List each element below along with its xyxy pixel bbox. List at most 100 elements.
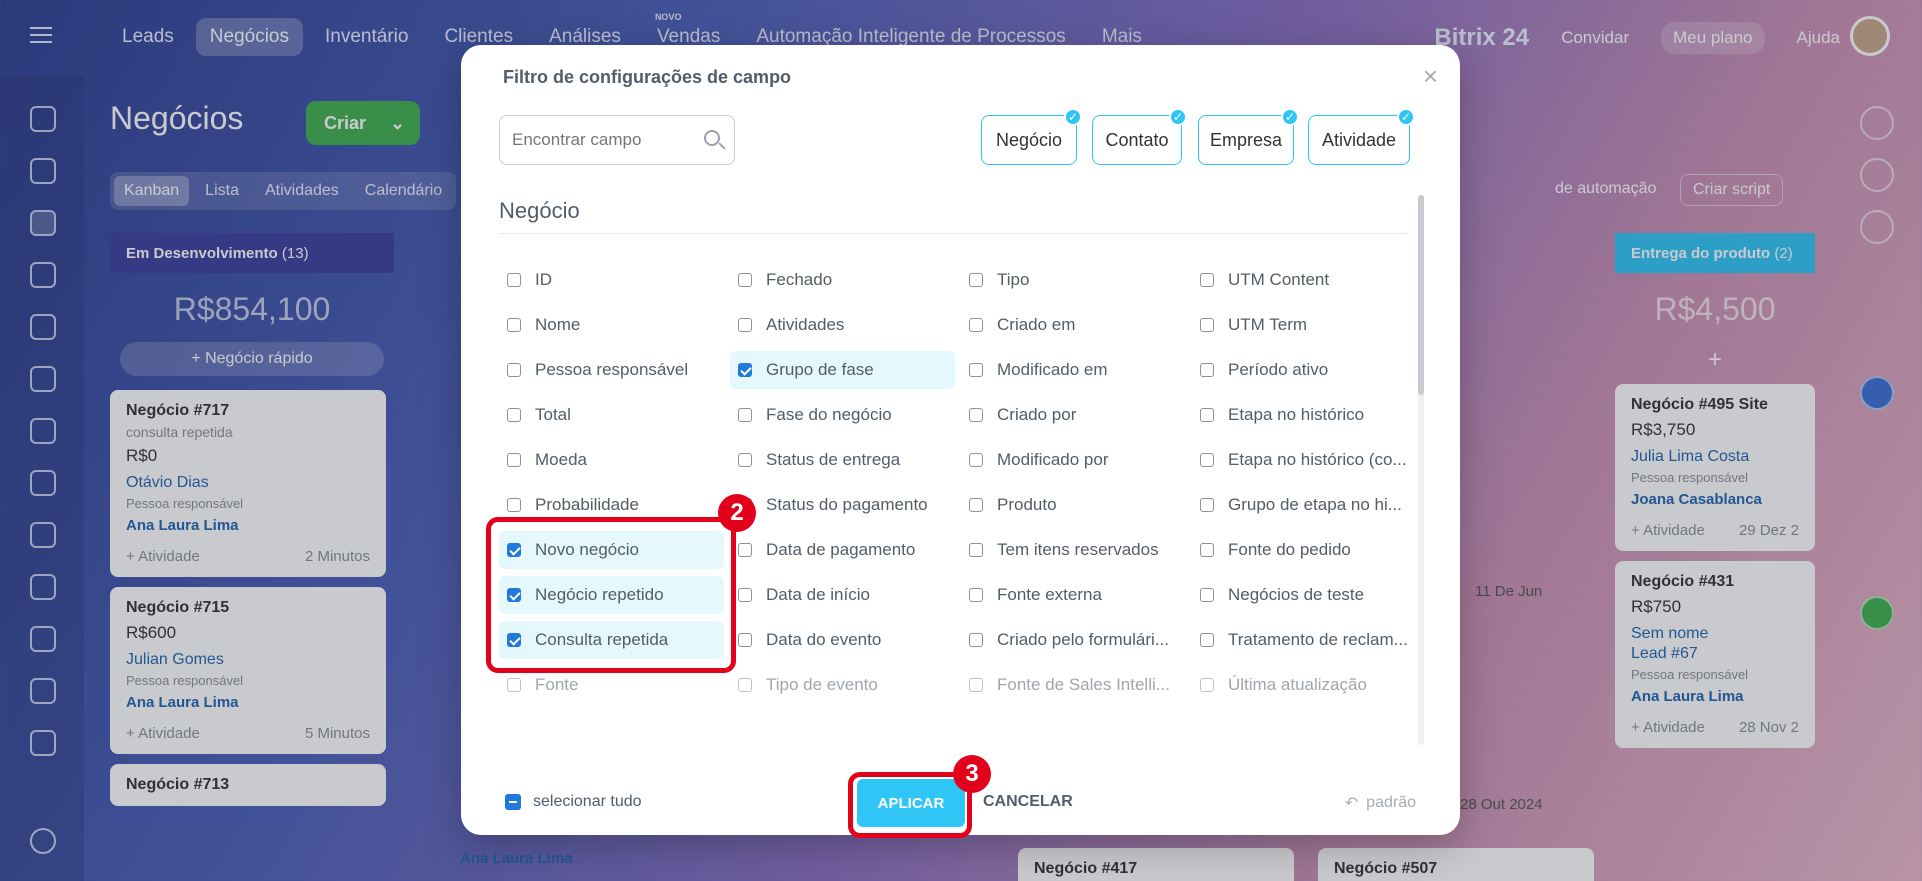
field-label: Etapa no histórico (co... [1228, 450, 1407, 469]
entity-toggle-atividade[interactable]: Atividade ✓ [1308, 108, 1415, 165]
field-label: Grupo de fase [766, 360, 874, 379]
checkbox[interactable] [738, 318, 752, 332]
field-option[interactable]: Etapa no histórico (co... [1192, 441, 1417, 479]
scrollbar-thumb[interactable] [1418, 195, 1424, 395]
field-option[interactable]: UTM Term [1192, 306, 1417, 344]
entity-label: Atividade [1321, 129, 1397, 150]
cancel-button[interactable]: CANCELAR [983, 793, 1073, 811]
field-option[interactable]: Tipo de evento [730, 666, 955, 704]
field-grid: ID Nome Pessoa responsável Total Moeda Probab… [499, 261, 1429, 756]
checkbox[interactable] [1200, 588, 1214, 602]
search-field[interactable] [499, 115, 735, 165]
entity-toggle-empresa[interactable]: Empresa ✓ [1198, 108, 1299, 165]
search-input[interactable] [512, 130, 692, 150]
field-option[interactable]: Atividades [730, 306, 955, 344]
field-option[interactable]: Tem itens reservados [961, 531, 1186, 569]
field-option[interactable]: Fechado [730, 261, 955, 299]
scrollbar[interactable] [1418, 195, 1424, 745]
checkbox[interactable] [969, 273, 983, 287]
checkbox[interactable] [969, 498, 983, 512]
field-label: Atividades [766, 315, 845, 334]
checkbox[interactable] [1200, 678, 1214, 692]
field-option[interactable]: Fase do negócio [730, 396, 955, 434]
checkbox[interactable] [1200, 318, 1214, 332]
field-option[interactable]: Criado em [961, 306, 1186, 344]
checkbox[interactable] [969, 408, 983, 422]
checkbox[interactable] [738, 273, 752, 287]
checkbox[interactable] [507, 273, 521, 287]
checkbox[interactable] [507, 678, 521, 692]
field-label: Nome [535, 315, 581, 334]
field-label: Total [535, 405, 571, 424]
checkbox[interactable] [1200, 408, 1214, 422]
field-option[interactable]: Tipo [961, 261, 1186, 299]
field-label: Criado por [997, 405, 1077, 424]
checkbox[interactable] [507, 363, 521, 377]
checkbox[interactable] [738, 588, 752, 602]
field-label: Probabilidade [535, 495, 639, 514]
field-option[interactable]: Data de pagamento [730, 531, 955, 569]
checkbox[interactable] [1200, 273, 1214, 287]
field-option[interactable]: Status de entrega [730, 441, 955, 479]
checkbox[interactable] [507, 498, 521, 512]
field-label: Pessoa responsável [535, 360, 689, 379]
checkbox[interactable] [507, 318, 521, 332]
field-option[interactable]: Grupo de fase [730, 351, 955, 389]
field-label: UTM Term [1228, 315, 1308, 334]
field-option[interactable]: Fonte externa [961, 576, 1186, 614]
checkbox[interactable] [969, 633, 983, 647]
checkbox[interactable] [738, 678, 752, 692]
checkbox[interactable] [738, 543, 752, 557]
default-label: padrão [1366, 794, 1416, 811]
field-label: Grupo de etapa no hi... [1228, 495, 1402, 514]
checkbox[interactable] [738, 453, 752, 467]
checkbox[interactable] [1200, 543, 1214, 557]
checkbox[interactable] [1200, 453, 1214, 467]
field-option[interactable]: Total [499, 396, 724, 434]
field-option[interactable]: Grupo de etapa no hi... [1192, 486, 1417, 524]
field-option[interactable]: Moeda [499, 441, 724, 479]
field-option[interactable]: Pessoa responsável [499, 351, 724, 389]
field-label: Status do pagamento [766, 495, 928, 514]
checkbox[interactable] [1200, 633, 1214, 647]
field-option[interactable]: Data do evento [730, 621, 955, 659]
checkbox[interactable] [969, 318, 983, 332]
checkbox[interactable] [969, 453, 983, 467]
checkbox[interactable] [738, 633, 752, 647]
field-option[interactable]: Data de início [730, 576, 955, 614]
field-option[interactable]: Tratamento de reclam... [1192, 621, 1417, 659]
field-label: Etapa no histórico [1228, 405, 1365, 424]
field-label: Fonte [535, 675, 579, 694]
field-option[interactable]: Período ativo [1192, 351, 1417, 389]
field-option[interactable]: Etapa no histórico [1192, 396, 1417, 434]
field-option[interactable]: UTM Content [1192, 261, 1417, 299]
checkbox[interactable] [969, 588, 983, 602]
field-option[interactable]: Status do pagamento [730, 486, 955, 524]
field-label: Data de início [766, 585, 870, 604]
field-option[interactable]: Modificado em [961, 351, 1186, 389]
field-option[interactable]: Criado pelo formulári... [961, 621, 1186, 659]
field-option[interactable]: ID [499, 261, 724, 299]
select-all-checkbox[interactable]: selecionar tudo [505, 793, 642, 811]
field-option[interactable]: Modificado por [961, 441, 1186, 479]
entity-toggle-contato[interactable]: Contato ✓ [1092, 108, 1187, 165]
field-option[interactable]: Produto [961, 486, 1186, 524]
checkbox[interactable] [738, 363, 752, 377]
field-option[interactable]: Negócios de teste [1192, 576, 1417, 614]
entity-toggle-negocio[interactable]: Negócio ✓ [981, 108, 1082, 165]
checkbox[interactable] [507, 453, 521, 467]
checkbox[interactable] [507, 408, 521, 422]
field-option[interactable]: Última atualização [1192, 666, 1417, 704]
checkbox[interactable] [969, 678, 983, 692]
close-icon[interactable]: × [1423, 61, 1438, 92]
checkbox[interactable] [969, 363, 983, 377]
checkbox[interactable] [969, 543, 983, 557]
checkbox[interactable] [1200, 498, 1214, 512]
field-option[interactable]: Criado por [961, 396, 1186, 434]
reset-default-button[interactable]: ↶ padrão [1345, 793, 1416, 813]
field-option[interactable]: Nome [499, 306, 724, 344]
checkbox[interactable] [1200, 363, 1214, 377]
field-option[interactable]: Fonte de Sales Intelli... [961, 666, 1186, 704]
checkbox[interactable] [738, 408, 752, 422]
field-option[interactable]: Fonte do pedido [1192, 531, 1417, 569]
